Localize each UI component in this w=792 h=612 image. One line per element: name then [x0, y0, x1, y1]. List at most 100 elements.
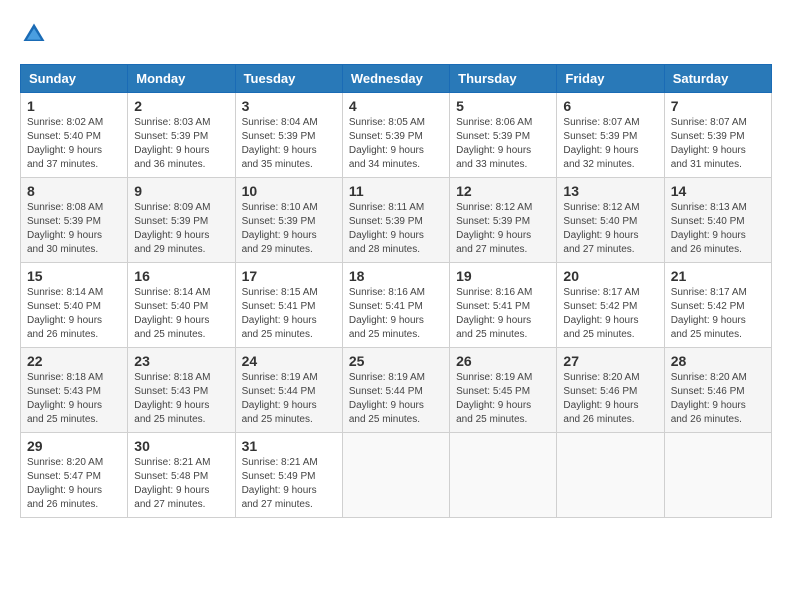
day-number-18: 18	[349, 268, 443, 284]
day-cell-19: 19 Sunrise: 8:16 AM Sunset: 5:41 PM Dayli…	[450, 263, 557, 348]
day-number-1: 1	[27, 98, 121, 114]
week-row-5: 29 Sunrise: 8:20 AM Sunset: 5:47 PM Dayli…	[21, 433, 772, 518]
day-number-25: 25	[349, 353, 443, 369]
day-cell-18: 18 Sunrise: 8:16 AM Sunset: 5:41 PM Dayli…	[342, 263, 449, 348]
day-info-3: Sunrise: 8:04 AM Sunset: 5:39 PM Dayligh…	[242, 116, 336, 172]
day-number-8: 8	[27, 183, 121, 199]
day-cell-15: 15 Sunrise: 8:14 AM Sunset: 5:40 PM Dayli…	[21, 263, 128, 348]
day-info-31: Sunrise: 8:21 AM Sunset: 5:49 PM Dayligh…	[242, 456, 336, 512]
day-cell-28: 28 Sunrise: 8:20 AM Sunset: 5:46 PM Dayli…	[664, 348, 771, 433]
day-info-25: Sunrise: 8:19 AM Sunset: 5:44 PM Dayligh…	[349, 371, 443, 427]
day-info-4: Sunrise: 8:05 AM Sunset: 5:39 PM Dayligh…	[349, 116, 443, 172]
day-info-8: Sunrise: 8:08 AM Sunset: 5:39 PM Dayligh…	[27, 201, 121, 257]
day-cell-4: 4 Sunrise: 8:05 AM Sunset: 5:39 PM Daylig…	[342, 93, 449, 178]
page-header	[20, 20, 772, 48]
day-cell-6: 6 Sunrise: 8:07 AM Sunset: 5:39 PM Daylig…	[557, 93, 664, 178]
day-cell-10: 10 Sunrise: 8:10 AM Sunset: 5:39 PM Dayli…	[235, 178, 342, 263]
day-info-28: Sunrise: 8:20 AM Sunset: 5:46 PM Dayligh…	[671, 371, 765, 427]
day-cell-29: 29 Sunrise: 8:20 AM Sunset: 5:47 PM Dayli…	[21, 433, 128, 518]
day-number-23: 23	[134, 353, 228, 369]
day-info-7: Sunrise: 8:07 AM Sunset: 5:39 PM Dayligh…	[671, 116, 765, 172]
day-number-29: 29	[27, 438, 121, 454]
day-info-1: Sunrise: 8:02 AM Sunset: 5:40 PM Dayligh…	[27, 116, 121, 172]
weekday-header-wednesday: Wednesday	[342, 65, 449, 93]
day-cell-17: 17 Sunrise: 8:15 AM Sunset: 5:41 PM Dayli…	[235, 263, 342, 348]
day-number-28: 28	[671, 353, 765, 369]
week-row-1: 1 Sunrise: 8:02 AM Sunset: 5:40 PM Daylig…	[21, 93, 772, 178]
day-number-13: 13	[563, 183, 657, 199]
day-info-10: Sunrise: 8:10 AM Sunset: 5:39 PM Dayligh…	[242, 201, 336, 257]
weekday-header-saturday: Saturday	[664, 65, 771, 93]
logo-icon	[20, 20, 48, 48]
logo	[20, 20, 52, 48]
day-number-6: 6	[563, 98, 657, 114]
day-number-21: 21	[671, 268, 765, 284]
day-info-17: Sunrise: 8:15 AM Sunset: 5:41 PM Dayligh…	[242, 286, 336, 342]
day-number-30: 30	[134, 438, 228, 454]
day-info-19: Sunrise: 8:16 AM Sunset: 5:41 PM Dayligh…	[456, 286, 550, 342]
day-cell-31: 31 Sunrise: 8:21 AM Sunset: 5:49 PM Dayli…	[235, 433, 342, 518]
day-cell-16: 16 Sunrise: 8:14 AM Sunset: 5:40 PM Dayli…	[128, 263, 235, 348]
day-info-27: Sunrise: 8:20 AM Sunset: 5:46 PM Dayligh…	[563, 371, 657, 427]
day-info-14: Sunrise: 8:13 AM Sunset: 5:40 PM Dayligh…	[671, 201, 765, 257]
weekday-header-sunday: Sunday	[21, 65, 128, 93]
day-cell-1: 1 Sunrise: 8:02 AM Sunset: 5:40 PM Daylig…	[21, 93, 128, 178]
day-number-27: 27	[563, 353, 657, 369]
day-info-9: Sunrise: 8:09 AM Sunset: 5:39 PM Dayligh…	[134, 201, 228, 257]
day-cell-11: 11 Sunrise: 8:11 AM Sunset: 5:39 PM Dayli…	[342, 178, 449, 263]
day-number-19: 19	[456, 268, 550, 284]
week-row-4: 22 Sunrise: 8:18 AM Sunset: 5:43 PM Dayli…	[21, 348, 772, 433]
day-cell-21: 21Sunrise: 8:17 AM Sunset: 5:42 PM Dayli…	[664, 263, 771, 348]
day-cell-24: 24Sunrise: 8:19 AM Sunset: 5:44 PM Dayli…	[235, 348, 342, 433]
day-number-17: 17	[242, 268, 336, 284]
day-info-13: Sunrise: 8:12 AM Sunset: 5:40 PM Dayligh…	[563, 201, 657, 257]
day-cell-23: 23 Sunrise: 8:18 AM Sunset: 5:43 PM Dayli…	[128, 348, 235, 433]
empty-cell	[664, 433, 771, 518]
day-info-24: Sunrise: 8:19 AM Sunset: 5:44 PM Dayligh…	[242, 371, 336, 427]
day-number-15: 15	[27, 268, 121, 284]
day-cell-30: 30 Sunrise: 8:21 AM Sunset: 5:48 PM Dayli…	[128, 433, 235, 518]
day-number-11: 11	[349, 183, 443, 199]
weekday-header-tuesday: Tuesday	[235, 65, 342, 93]
weekday-header-monday: Monday	[128, 65, 235, 93]
day-cell-14: 14 Sunrise: 8:13 AM Sunset: 5:40 PM Dayli…	[664, 178, 771, 263]
day-cell-12: 12 Sunrise: 8:12 AM Sunset: 5:39 PM Dayli…	[450, 178, 557, 263]
day-info-15: Sunrise: 8:14 AM Sunset: 5:40 PM Dayligh…	[27, 286, 121, 342]
day-cell-27: 27 Sunrise: 8:20 AM Sunset: 5:46 PM Dayli…	[557, 348, 664, 433]
empty-cell	[342, 433, 449, 518]
day-number-22: 22	[27, 353, 121, 369]
day-cell-25: 25 Sunrise: 8:19 AM Sunset: 5:44 PM Dayli…	[342, 348, 449, 433]
day-cell-3: 3 Sunrise: 8:04 AM Sunset: 5:39 PM Daylig…	[235, 93, 342, 178]
day-info-30: Sunrise: 8:21 AM Sunset: 5:48 PM Dayligh…	[134, 456, 228, 512]
day-info-12: Sunrise: 8:12 AM Sunset: 5:39 PM Dayligh…	[456, 201, 550, 257]
day-cell-5: 5 Sunrise: 8:06 AM Sunset: 5:39 PM Daylig…	[450, 93, 557, 178]
day-number-7: 7	[671, 98, 765, 114]
day-cell-13: 13 Sunrise: 8:12 AM Sunset: 5:40 PM Dayli…	[557, 178, 664, 263]
day-cell-8: 8 Sunrise: 8:08 AM Sunset: 5:39 PM Daylig…	[21, 178, 128, 263]
day-info-11: Sunrise: 8:11 AM Sunset: 5:39 PM Dayligh…	[349, 201, 443, 257]
day-number-4: 4	[349, 98, 443, 114]
day-number-5: 5	[456, 98, 550, 114]
day-info-23: Sunrise: 8:18 AM Sunset: 5:43 PM Dayligh…	[134, 371, 228, 427]
day-number-31: 31	[242, 438, 336, 454]
day-number-14: 14	[671, 183, 765, 199]
empty-cell	[557, 433, 664, 518]
day-number-3: 3	[242, 98, 336, 114]
day-cell-2: 2Sunrise: 8:03 AM Sunset: 5:39 PM Daylig…	[128, 93, 235, 178]
day-info-20: Sunrise: 8:17 AM Sunset: 5:42 PM Dayligh…	[563, 286, 657, 342]
day-info-26: Sunrise: 8:19 AM Sunset: 5:45 PM Dayligh…	[456, 371, 550, 427]
day-number-12: 12	[456, 183, 550, 199]
day-info-6: Sunrise: 8:07 AM Sunset: 5:39 PM Dayligh…	[563, 116, 657, 172]
day-info-29: Sunrise: 8:20 AM Sunset: 5:47 PM Dayligh…	[27, 456, 121, 512]
day-number-20: 20	[563, 268, 657, 284]
day-cell-20: 20 Sunrise: 8:17 AM Sunset: 5:42 PM Dayli…	[557, 263, 664, 348]
day-info-5: Sunrise: 8:06 AM Sunset: 5:39 PM Dayligh…	[456, 116, 550, 172]
weekday-header-thursday: Thursday	[450, 65, 557, 93]
day-info-18: Sunrise: 8:16 AM Sunset: 5:41 PM Dayligh…	[349, 286, 443, 342]
day-info-16: Sunrise: 8:14 AM Sunset: 5:40 PM Dayligh…	[134, 286, 228, 342]
day-number-9: 9	[134, 183, 228, 199]
day-number-10: 10	[242, 183, 336, 199]
day-info-22: Sunrise: 8:18 AM Sunset: 5:43 PM Dayligh…	[27, 371, 121, 427]
day-number-16: 16	[134, 268, 228, 284]
day-cell-7: 7 Sunrise: 8:07 AM Sunset: 5:39 PM Daylig…	[664, 93, 771, 178]
